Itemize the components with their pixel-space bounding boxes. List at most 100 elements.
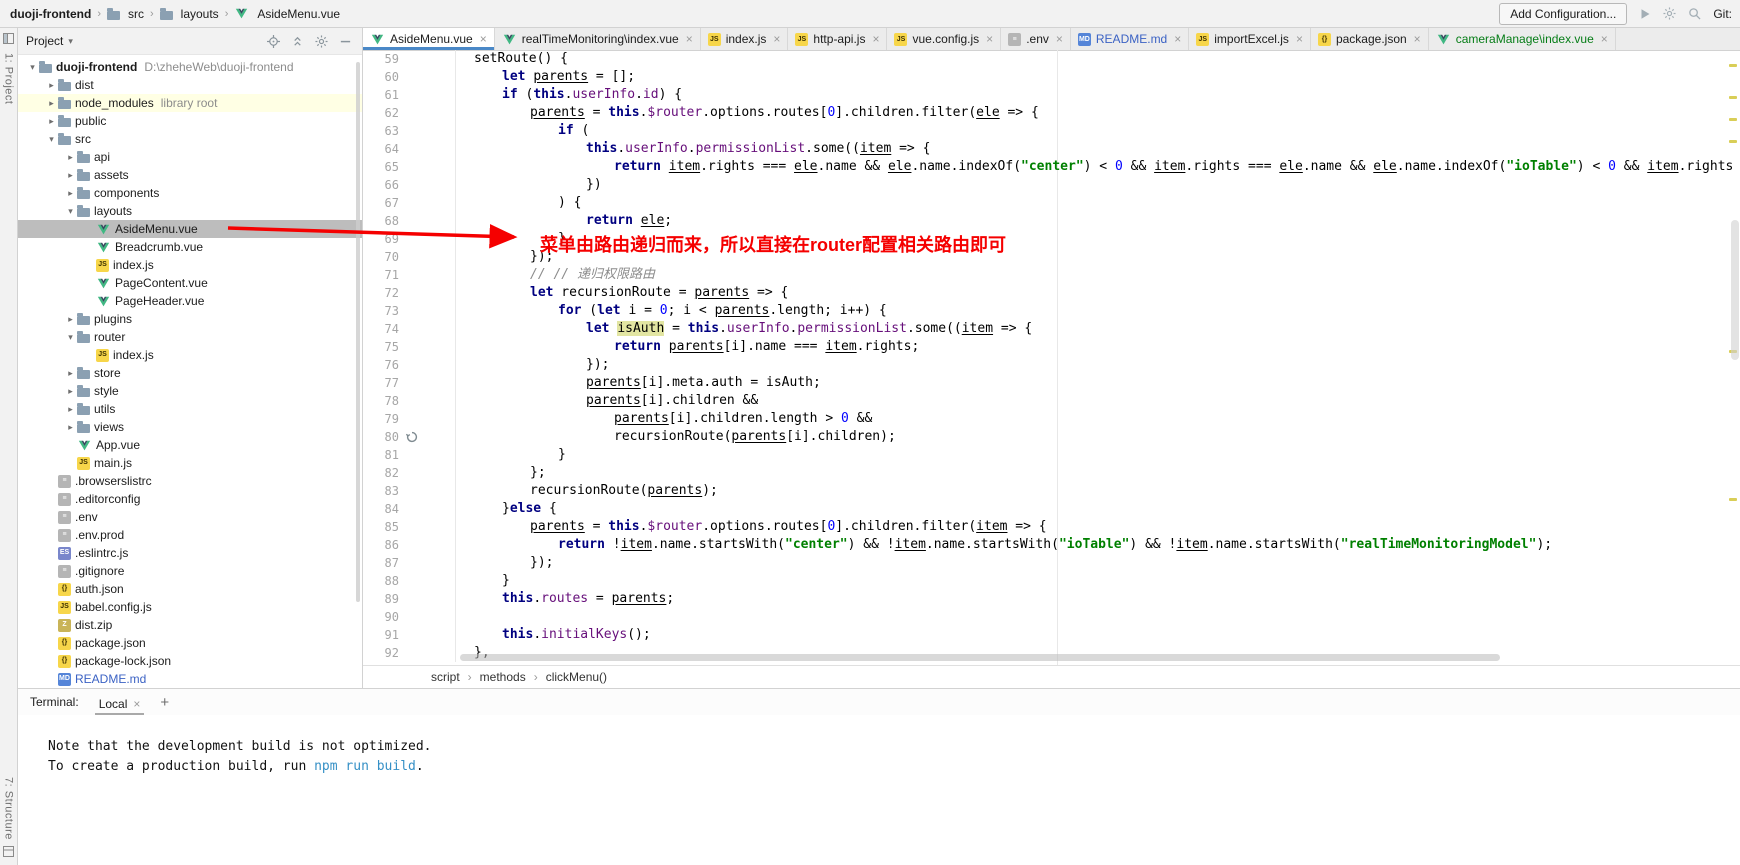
expand-closed-icon[interactable]: ▸: [64, 310, 77, 328]
code-line-60[interactable]: 60let parents = [];: [363, 68, 1740, 86]
tree-item-package-lock-json[interactable]: {}package-lock.json: [18, 652, 362, 670]
tree-item-asidemenu-vue[interactable]: AsideMenu.vue: [18, 220, 362, 238]
code-line-61[interactable]: 61if (this.userInfo.id) {: [363, 86, 1740, 104]
code-line-88[interactable]: 88}: [363, 572, 1740, 590]
tree-item-dist[interactable]: ▸dist: [18, 76, 362, 94]
expand-closed-icon[interactable]: ▸: [64, 148, 77, 166]
terminal-output[interactable]: Note that the development build is not o…: [18, 715, 1740, 777]
close-icon[interactable]: ×: [686, 32, 693, 46]
tree-item-babel-config-js[interactable]: JSbabel.config.js: [18, 598, 362, 616]
project-scrollbar[interactable]: [356, 62, 360, 602]
code-line-90[interactable]: 90: [363, 608, 1740, 626]
line-number[interactable]: 71: [363, 266, 403, 284]
expand-open-icon[interactable]: ▾: [45, 130, 58, 148]
editor-tab-index-js[interactable]: JSindex.js×: [701, 28, 789, 50]
code-line-59[interactable]: 59setRoute() {: [363, 50, 1740, 68]
code-line-71[interactable]: 71// // 递归权限路由: [363, 266, 1740, 284]
line-number[interactable]: 77: [363, 374, 403, 392]
tree-item-dist-zip[interactable]: Zdist.zip: [18, 616, 362, 634]
line-number[interactable]: 84: [363, 500, 403, 518]
line-number[interactable]: 69: [363, 230, 403, 248]
line-number[interactable]: 79: [363, 410, 403, 428]
line-number[interactable]: 66: [363, 176, 403, 194]
line-number[interactable]: 68: [363, 212, 403, 230]
line-number[interactable]: 64: [363, 140, 403, 158]
tree-item-style[interactable]: ▸style: [18, 382, 362, 400]
tree-item-duoji-frontend[interactable]: ▾duoji-frontendD:\zheheWeb\duoji-fronten…: [18, 58, 362, 76]
tree-item-breadcrumb-vue[interactable]: Breadcrumb.vue: [18, 238, 362, 256]
tree-item-app-vue[interactable]: App.vue: [18, 436, 362, 454]
tree-item-index-js[interactable]: JSindex.js: [18, 256, 362, 274]
editor-tab-importexcel-js[interactable]: JSimportExcel.js×: [1189, 28, 1311, 50]
expand-closed-icon[interactable]: ▸: [64, 418, 77, 436]
breadcrumb-item-src[interactable]: src: [107, 7, 144, 21]
editor-vscrollbar[interactable]: [1731, 220, 1739, 360]
close-icon[interactable]: ×: [872, 32, 879, 46]
code-breadcrumb-clickmenu[interactable]: clickMenu(): [546, 670, 607, 684]
expand-closed-icon[interactable]: ▸: [64, 184, 77, 202]
line-number[interactable]: 63: [363, 122, 403, 140]
code-line-82[interactable]: 82};: [363, 464, 1740, 482]
line-number[interactable]: 76: [363, 356, 403, 374]
tree-item-plugins[interactable]: ▸plugins: [18, 310, 362, 328]
error-stripe[interactable]: [1726, 50, 1740, 666]
code-line-89[interactable]: 89this.routes = parents;: [363, 590, 1740, 608]
editor-tab-realtimemonitoring-index-vue[interactable]: realTimeMonitoring\index.vue×: [495, 28, 701, 50]
git-label[interactable]: Git:: [1713, 7, 1732, 21]
collapse-all-icon[interactable]: [291, 35, 304, 48]
code-line-65[interactable]: 65return item.rights === ele.name && ele…: [363, 158, 1740, 176]
breadcrumb-item-asidemenu-vue[interactable]: AsideMenu.vue: [234, 6, 340, 21]
project-stripe-button[interactable]: 1: Project: [3, 53, 15, 104]
line-number[interactable]: 75: [363, 338, 403, 356]
tree-item-components[interactable]: ▸components: [18, 184, 362, 202]
project-toolwindow-icon[interactable]: [3, 33, 14, 47]
close-icon[interactable]: ×: [133, 697, 140, 711]
line-number[interactable]: 89: [363, 590, 403, 608]
close-icon[interactable]: ×: [1056, 32, 1063, 46]
editor-tab-vue-config-js[interactable]: JSvue.config.js×: [887, 28, 1001, 50]
expand-closed-icon[interactable]: ▸: [45, 112, 58, 130]
code-line-64[interactable]: 64this.userInfo.permissionList.some((ite…: [363, 140, 1740, 158]
expand-closed-icon[interactable]: ▸: [64, 364, 77, 382]
close-icon[interactable]: ×: [986, 32, 993, 46]
line-number[interactable]: 70: [363, 248, 403, 266]
gear-icon[interactable]: [315, 35, 328, 48]
tree-item-api[interactable]: ▸api: [18, 148, 362, 166]
code-line-74[interactable]: 74let isAuth = this.userInfo.permissionL…: [363, 320, 1740, 338]
tree-item-readme-md[interactable]: MDREADME.md: [18, 670, 362, 688]
line-number[interactable]: 86: [363, 536, 403, 554]
expand-closed-icon[interactable]: ▸: [45, 76, 58, 94]
expand-closed-icon[interactable]: ▸: [64, 382, 77, 400]
line-number[interactable]: 83: [363, 482, 403, 500]
tree-item-editorconfig[interactable]: ≡.editorconfig: [18, 490, 362, 508]
close-icon[interactable]: ×: [1601, 32, 1608, 46]
tree-item-assets[interactable]: ▸assets: [18, 166, 362, 184]
code-line-85[interactable]: 85parents = this.$router.options.routes[…: [363, 518, 1740, 536]
tree-item-index-js[interactable]: JSindex.js: [18, 346, 362, 364]
tree-item-env-prod[interactable]: ≡.env.prod: [18, 526, 362, 544]
line-number[interactable]: 80: [363, 428, 403, 446]
line-number[interactable]: 92: [363, 644, 403, 662]
line-number[interactable]: 60: [363, 68, 403, 86]
editor-tab-env[interactable]: ≡.env×: [1001, 28, 1071, 50]
line-number[interactable]: 82: [363, 464, 403, 482]
add-configuration-button[interactable]: Add Configuration...: [1499, 3, 1627, 25]
tree-item-views[interactable]: ▸views: [18, 418, 362, 436]
line-number[interactable]: 78: [363, 392, 403, 410]
close-icon[interactable]: ×: [480, 32, 487, 46]
code-line-68[interactable]: 68return ele;: [363, 212, 1740, 230]
close-icon[interactable]: ×: [1414, 32, 1421, 46]
code-line-73[interactable]: 73for (let i = 0; i < parents.length; i+…: [363, 302, 1740, 320]
run-icon[interactable]: [1639, 8, 1651, 20]
code-line-62[interactable]: 62parents = this.$router.options.routes[…: [363, 104, 1740, 122]
code-line-80[interactable]: 80recursionRoute(parents[i].children);: [363, 428, 1740, 446]
tree-item-src[interactable]: ▾src: [18, 130, 362, 148]
code-line-67[interactable]: 67) {: [363, 194, 1740, 212]
expand-closed-icon[interactable]: ▸: [45, 94, 58, 112]
code-line-77[interactable]: 77parents[i].meta.auth = isAuth;: [363, 374, 1740, 392]
code-line-87[interactable]: 87});: [363, 554, 1740, 572]
line-number[interactable]: 65: [363, 158, 403, 176]
line-number[interactable]: 81: [363, 446, 403, 464]
code-line-91[interactable]: 91this.initialKeys();: [363, 626, 1740, 644]
editor-tab-package-json[interactable]: {}package.json×: [1311, 28, 1429, 50]
